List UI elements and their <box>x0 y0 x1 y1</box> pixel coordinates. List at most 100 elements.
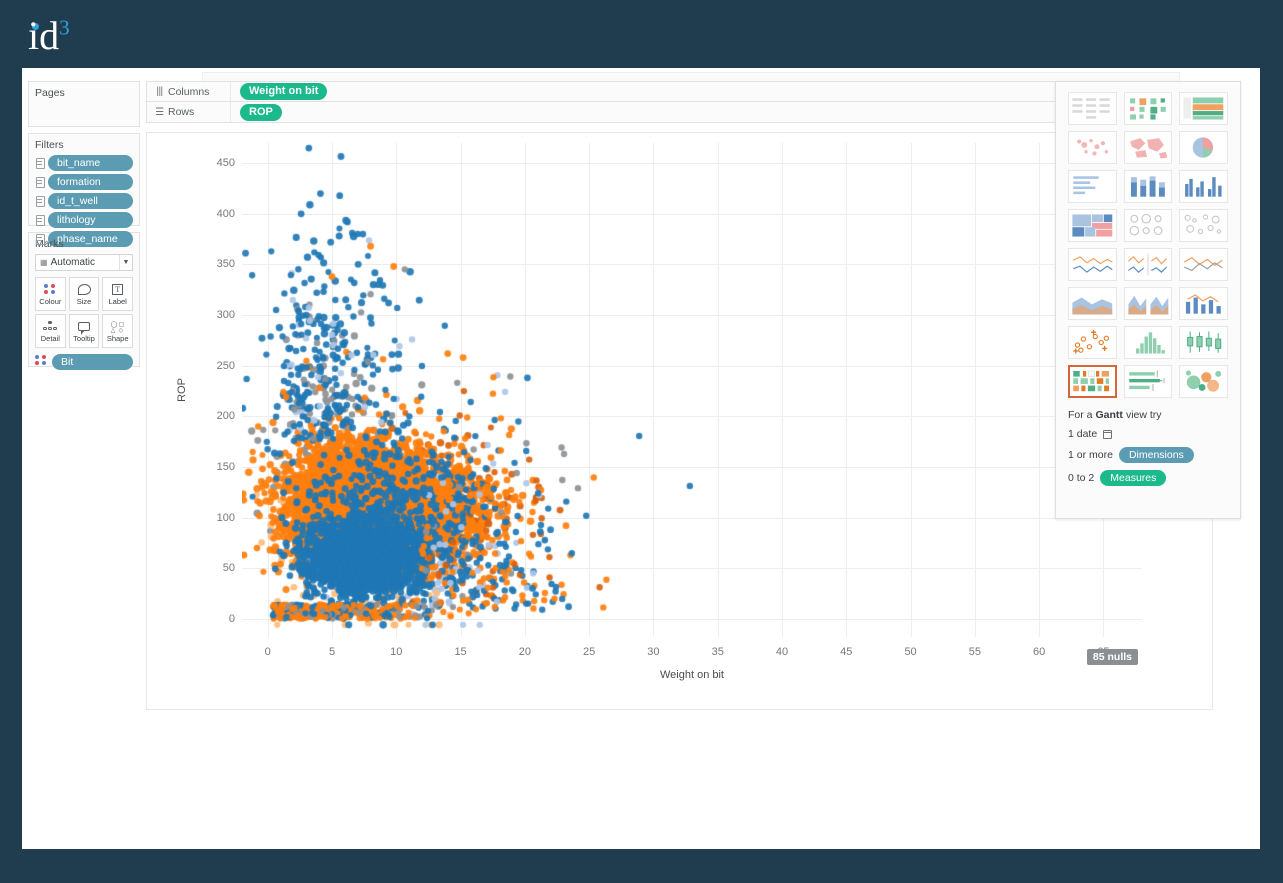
y-tick-label: 100 <box>216 511 235 524</box>
show-me-thumb-stacked-bars[interactable] <box>1123 170 1173 203</box>
filter-row[interactable]: bit_name <box>35 155 133 171</box>
filter-row[interactable]: formation <box>35 174 133 190</box>
marks-detail-button[interactable]: Detail <box>35 314 66 348</box>
show-me-thumb-symbol-map[interactable] <box>1068 131 1117 164</box>
show-me-thumb-side-by-side-bars[interactable] <box>1179 170 1228 203</box>
x-tick-label: 35 <box>711 646 724 658</box>
filter-pill-id-t-well[interactable]: id_t_well <box>48 193 133 209</box>
x-axis-title: Weight on bit <box>659 669 724 681</box>
rows-shelf[interactable]: ☰ Rows ROP <box>146 102 1213 123</box>
show-me-thumb-bullet-graph[interactable] <box>1123 365 1173 398</box>
colour-dots-icon <box>35 353 49 371</box>
filter-pill-formation[interactable]: formation <box>48 174 133 190</box>
show-me-thumb-gantt-chart[interactable] <box>1068 365 1117 398</box>
shape-icon: ◯ ▢ △ ◇ <box>110 321 125 334</box>
show-me-thumbnail-grid[interactable] <box>1068 92 1228 398</box>
x-tick-label: 60 <box>1033 646 1046 658</box>
marks-label-button[interactable]: T Label <box>102 277 134 311</box>
show-me-thumb-box-and-whisker[interactable] <box>1179 326 1228 359</box>
show-me-thumb-horizontal-bars[interactable] <box>1068 170 1117 203</box>
y-tick-label: 300 <box>216 309 235 322</box>
marks-pill-bit[interactable]: Bit <box>52 354 133 370</box>
filters-card[interactable]: Filters bit_name formation id_t_well lit… <box>28 133 140 247</box>
columns-pill-weight-on-bit[interactable]: Weight on bit <box>240 83 328 100</box>
hint-line-title: For a Gantt view try <box>1068 409 1228 421</box>
show-me-thumb-side-by-side-circles[interactable] <box>1179 209 1228 242</box>
scatter-points-canvas[interactable] <box>242 143 1142 637</box>
x-tick-label: 45 <box>840 646 853 658</box>
marks-shape-button[interactable]: ◯ ▢ △ ◇ Shape <box>102 314 134 348</box>
y-tick-label: 0 <box>228 612 235 625</box>
show-me-thumb-circle-views[interactable] <box>1123 209 1173 242</box>
show-me-thumb-text-table[interactable] <box>1068 92 1117 125</box>
columns-shelf[interactable]: ||| Columns Weight on bit <box>146 81 1213 102</box>
marks-card: Marks ▦ Automatic ▼ Colour Size T Label … <box>28 232 140 370</box>
columns-shelf-label: Columns <box>168 85 210 98</box>
hint-chart-name: Gantt <box>1095 409 1123 421</box>
marks-colour-label: Colour <box>39 297 62 306</box>
show-me-thumb-lines-continuous[interactable] <box>1068 248 1117 281</box>
logo-text: id <box>28 13 60 58</box>
chart-view[interactable]: 0 50 100 150 200 250 300 350 400 450 0 5 10 15 20 25 30… <box>146 132 1213 710</box>
filter-icon <box>35 196 45 207</box>
show-me-thumb-dual-combination[interactable] <box>1179 287 1228 320</box>
y-tick-label: 450 <box>216 157 235 170</box>
marks-tooltip-label: Tooltip <box>73 334 95 343</box>
nulls-badge[interactable]: 85 nulls <box>1086 649 1138 665</box>
show-me-thumb-heat-map[interactable] <box>1123 92 1173 125</box>
filter-row[interactable]: lithology <box>35 212 133 228</box>
show-me-thumb-lines-discrete[interactable] <box>1123 248 1173 281</box>
x-tick-label: 5 <box>328 646 336 658</box>
filter-pill-bit-name[interactable]: bit_name <box>48 155 133 171</box>
marks-colour-pill-row[interactable]: Bit <box>35 353 133 371</box>
show-me-thumb-dual-lines[interactable] <box>1179 248 1228 281</box>
show-me-thumb-histogram[interactable] <box>1123 326 1173 359</box>
y-tick-label: 350 <box>216 258 235 271</box>
filter-row[interactable]: id_t_well <box>35 193 133 209</box>
rows-pill-rop[interactable]: ROP <box>240 103 282 121</box>
x-tick-label: 10 <box>390 646 403 658</box>
marks-colour-button[interactable]: Colour <box>35 277 66 311</box>
show-me-thumb-area-continuous[interactable] <box>1068 287 1117 320</box>
x-tick-label: 50 <box>904 646 917 658</box>
marks-tooltip-button[interactable]: Tooltip <box>68 314 100 348</box>
show-me-thumb-treemap[interactable] <box>1068 209 1117 242</box>
show-me-panel[interactable]: For a Gantt view try 1 date 1 or more Di… <box>1055 81 1241 519</box>
filter-icon <box>35 234 45 245</box>
show-me-thumb-packed-bubbles[interactable] <box>1179 365 1228 398</box>
colour-dots-icon <box>43 282 57 296</box>
marks-type-value: Automatic <box>50 257 96 268</box>
marks-buttons-row-2: Detail Tooltip ◯ ▢ △ ◇ Shape <box>35 314 134 348</box>
show-me-thumb-scatter-plot[interactable] <box>1068 326 1117 359</box>
left-panel: Pages Filters bit_name formation id_t_we… <box>28 81 140 373</box>
y-tick-label: 150 <box>216 460 235 473</box>
marks-detail-label: Detail <box>40 334 60 343</box>
pages-card[interactable]: Pages <box>28 81 140 127</box>
y-tick-label: 400 <box>216 207 235 220</box>
scatter-plot[interactable]: 0 50 100 150 200 250 300 350 400 450 0 5 10 15 20 25 30… <box>176 143 1142 681</box>
hint-date-text: 1 date <box>1068 428 1098 440</box>
shelf-divider <box>230 82 231 101</box>
marks-buttons-row-1: Colour Size T Label <box>35 277 134 311</box>
chevron-down-icon[interactable]: ▼ <box>119 255 132 270</box>
app-logo: id3 <box>28 16 70 56</box>
show-me-thumb-highlight-table[interactable] <box>1179 92 1228 125</box>
show-me-thumb-pie-chart[interactable] <box>1179 131 1228 164</box>
y-axis-title: ROP <box>175 378 188 402</box>
filter-pill-lithology[interactable]: lithology <box>48 212 133 228</box>
columns-icon: ||| <box>156 86 163 97</box>
x-tick-label: 0 <box>264 646 271 658</box>
marks-type-icon: ▦ <box>40 258 48 267</box>
hint-suffix: view try <box>1125 409 1162 421</box>
show-me-hint: For a Gantt view try 1 date 1 or more Di… <box>1068 409 1228 486</box>
x-tick-label: 20 <box>518 646 531 658</box>
show-me-thumb-area-discrete[interactable] <box>1123 287 1173 320</box>
pages-title: Pages <box>35 87 65 99</box>
hint-prefix: For a <box>1068 409 1093 421</box>
x-tick-label: 15 <box>454 646 467 658</box>
marks-size-button[interactable]: Size <box>68 277 100 311</box>
tooltip-icon <box>78 319 90 335</box>
show-me-thumb-filled-map[interactable] <box>1123 131 1173 164</box>
detail-icon <box>43 319 57 333</box>
marks-type-dropdown[interactable]: ▦ Automatic ▼ <box>35 254 133 271</box>
